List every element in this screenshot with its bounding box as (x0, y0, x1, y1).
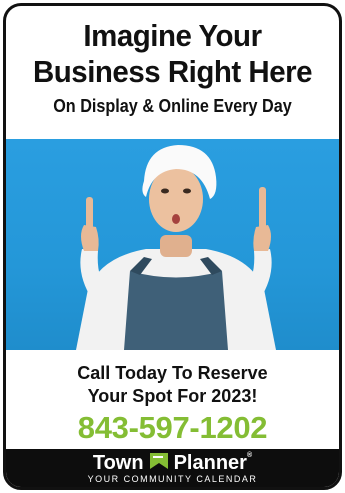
brand-footer: Town Planner® YOUR COMMUNITY CALENDAR (6, 449, 339, 487)
woman-pointing-up-illustration (76, 145, 276, 350)
headline-line-1: Imagine Your (83, 18, 262, 53)
subheadline: On Display & Online Every Day (53, 96, 292, 116)
brand-tagline: YOUR COMMUNITY CALENDAR (87, 474, 258, 484)
cta-line-2: Your Spot For 2023! (87, 386, 258, 406)
promo-photo (6, 139, 339, 350)
brand-word-town: Town (92, 452, 144, 474)
brand-logo: Town Planner® (6, 452, 339, 474)
brand-word-planner: Planner (173, 452, 247, 474)
phone-number[interactable]: 843-597-1202 (6, 412, 339, 443)
flag-icon (149, 452, 169, 474)
registered-mark: ® (246, 452, 253, 459)
headline-line-2: Business Right Here (32, 54, 313, 89)
cta-line-1: Call Today To Reserve (77, 363, 268, 383)
ad-card: Imagine Your Business Right Here On Disp… (3, 3, 342, 490)
